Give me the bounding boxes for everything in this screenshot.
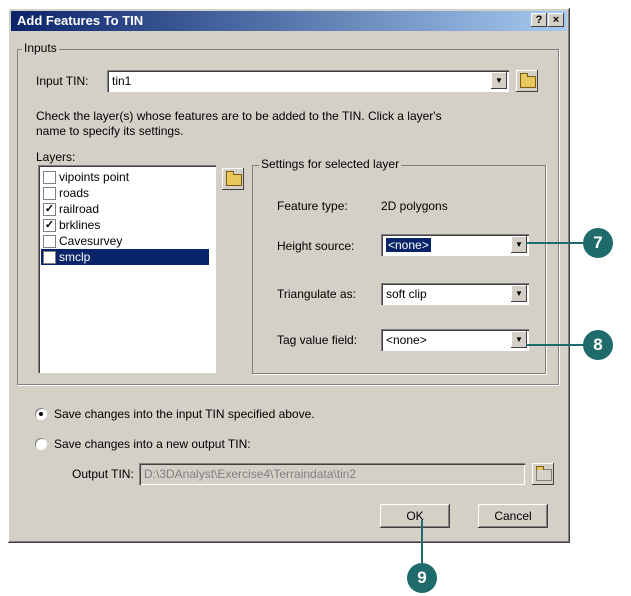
layer-checkbox[interactable]: ✓ [43, 219, 56, 232]
triangulate-value: soft clip [386, 287, 427, 301]
list-item-railroad[interactable]: ✓ railroad [41, 201, 209, 217]
output-tin-field[interactable]: D:\3DAnalyst\Exercise4\Terraindata\tin2 [139, 463, 525, 485]
browse-input-tin-button[interactable] [516, 70, 538, 92]
feature-type-label: Feature type: [277, 199, 348, 213]
add-features-dialog: Add Features To TIN ? × Inputs Input TIN… [8, 8, 570, 543]
save-into-input-radio[interactable] [35, 408, 47, 420]
callout-9: 9 [407, 563, 437, 593]
callout-7-leader [526, 242, 588, 244]
cancel-button[interactable]: Cancel [478, 504, 548, 528]
instructions-line2: name to specify its settings. [36, 124, 184, 138]
triangulate-combo[interactable]: soft clip ▼ [381, 283, 529, 305]
layer-checkbox[interactable]: ✓ [43, 203, 56, 216]
tag-value-combo[interactable]: <none> ▼ [381, 329, 529, 351]
tag-value-value: <none> [386, 333, 427, 347]
folder-open-icon [520, 73, 536, 88]
callout-8: 8 [583, 330, 613, 360]
list-item-cavesurvey[interactable]: Cavesurvey [41, 233, 209, 249]
close-button[interactable]: × [548, 13, 564, 27]
height-source-value: <none> [385, 237, 432, 253]
height-source-label: Height source: [277, 239, 355, 253]
layer-checkbox[interactable] [43, 187, 56, 200]
save-into-new-radio[interactable] [35, 438, 47, 450]
layer-checkbox[interactable] [43, 235, 56, 248]
list-item-vipoints[interactable]: vipoints point [41, 169, 209, 185]
layer-label: vipoints point [59, 170, 130, 184]
tag-value-label: Tag value field: [277, 333, 358, 347]
layers-list[interactable]: vipoints point roads ✓ railroad ✓ brklin… [38, 165, 216, 373]
input-tin-label: Input TIN: [36, 74, 89, 88]
window-title: Add Features To TIN [17, 13, 144, 28]
save-into-new-label[interactable]: Save changes into a new output TIN: [54, 437, 251, 451]
inputs-group-label: Inputs [22, 41, 59, 55]
chevron-down-icon[interactable]: ▼ [511, 331, 527, 348]
instructions-line1: Check the layer(s) whose features are to… [36, 109, 442, 123]
layer-checkbox[interactable] [43, 171, 56, 184]
layer-checkbox[interactable]: ✓ [43, 251, 56, 264]
help-button[interactable]: ? [531, 13, 547, 27]
output-tin-label: Output TIN: [72, 467, 134, 481]
layer-label: railroad [59, 202, 100, 216]
height-source-combo[interactable]: <none> ▼ [381, 234, 529, 256]
layer-label: roads [59, 186, 90, 200]
chevron-down-icon[interactable]: ▼ [491, 72, 507, 89]
save-into-input-label[interactable]: Save changes into the input TIN specifie… [54, 407, 315, 421]
input-tin-combo[interactable]: tin1 ▼ [107, 70, 509, 92]
list-item-smclp[interactable]: ✓ smclp [41, 249, 209, 265]
chevron-down-icon[interactable]: ▼ [511, 285, 527, 302]
title-bar: Add Features To TIN ? × [11, 11, 567, 31]
list-item-roads[interactable]: roads [41, 185, 209, 201]
radio-selected-icon [39, 412, 43, 416]
output-tin-value: D:\3DAnalyst\Exercise4\Terraindata\tin2 [144, 467, 357, 481]
folder-open-icon [226, 171, 242, 186]
callout-7: 7 [583, 228, 613, 258]
layers-label: Layers: [36, 150, 76, 164]
browse-output-tin-button[interactable] [532, 463, 554, 485]
list-item-brklines[interactable]: ✓ brklines [41, 217, 209, 233]
input-tin-value: tin1 [112, 74, 132, 88]
settings-group-label: Settings for selected layer [259, 157, 402, 171]
add-layer-button[interactable] [222, 168, 244, 190]
layer-label: Cavesurvey [59, 234, 123, 248]
callout-8-leader [526, 344, 588, 346]
folder-open-icon [536, 466, 552, 481]
triangulate-label: Triangulate as: [277, 287, 356, 301]
chevron-down-icon[interactable]: ▼ [511, 236, 527, 253]
feature-type-value: 2D polygons [381, 199, 448, 213]
layer-label: brklines [59, 218, 101, 232]
ok-button[interactable]: OK [380, 504, 450, 528]
layer-label: smclp [59, 250, 91, 264]
